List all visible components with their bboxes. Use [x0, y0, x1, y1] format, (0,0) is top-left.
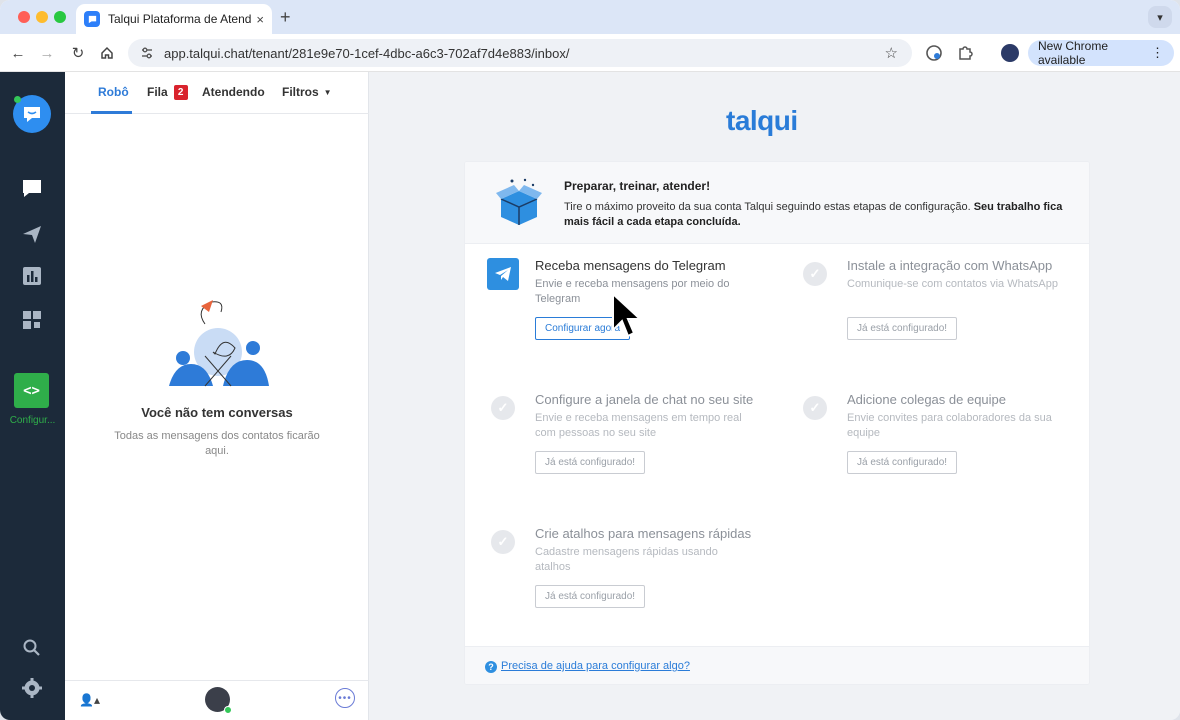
help-link[interactable]: Precisa de ajuda para configurar algo? — [501, 660, 690, 672]
chrome-menu-icon[interactable]: ⋮ — [1151, 45, 1164, 61]
url-text: app.talqui.chat/tenant/281e9e70-1cef-4db… — [164, 45, 570, 61]
tab-fila[interactable]: Fila 2 — [147, 85, 188, 101]
tab-filtros[interactable]: Filtros ▼ — [282, 85, 332, 99]
more-options-icon[interactable]: ••• — [335, 688, 355, 708]
configure-telegram-button[interactable]: Configurar agora — [535, 317, 631, 340]
chrome-update-button[interactable]: New Chrome available ⋮ — [1028, 39, 1174, 67]
checkmark-icon: ✓ — [803, 396, 827, 420]
step-title: Adicione colegas de equipe — [847, 392, 1007, 407]
onboarding-title: Preparar, treinar, atender! — [564, 179, 711, 193]
already-configured-button[interactable]: Já está configurado! — [847, 317, 958, 340]
conversation-tabs: Robô Fila 2 Atendendo Filtros ▼ — [65, 72, 369, 114]
conversations-chat-icon[interactable] — [20, 176, 44, 200]
browser-tab[interactable]: Talqui Plataforma de Atendim × — [76, 4, 272, 34]
apps-grid-icon[interactable] — [20, 308, 44, 332]
empty-inbox-illustration — [169, 300, 269, 387]
step-description: Envie e receba mensagens por meio do Tel… — [535, 278, 730, 305]
maximize-window-button[interactable] — [54, 11, 66, 23]
step-title: Receba mensagens do Telegram — [535, 258, 726, 273]
extension-shield-icon[interactable] — [925, 44, 943, 62]
settings-gear-icon[interactable] — [20, 676, 44, 700]
already-configured-button[interactable]: Já está configurado! — [535, 451, 646, 474]
checkmark-icon: ✓ — [491, 530, 515, 554]
address-bar[interactable]: app.talqui.chat/tenant/281e9e70-1cef-4db… — [128, 39, 912, 67]
step-description: Cadastre mensagens rápidas usando atalho… — [535, 546, 718, 573]
tab-fila-label: Fila — [147, 85, 168, 99]
empty-state-title: Você não tem conversas — [141, 405, 293, 420]
telegram-icon — [487, 258, 519, 290]
open-box-icon — [496, 178, 542, 225]
step-description: Envie e receba mensagens em tempo real c… — [535, 412, 742, 439]
tab-robo[interactable]: Robô — [98, 85, 129, 99]
talqui-app: <> Configur... Robô Fila 2 Atendendo Filt… — [0, 72, 1180, 720]
conversation-panel-footer: 👤▴ ••• — [65, 680, 369, 720]
step-description: Envie convites para colaboradores da sua… — [847, 412, 1052, 439]
tab-close-icon[interactable]: × — [256, 12, 264, 27]
site-settings-icon[interactable] — [140, 46, 154, 60]
agent-status-person-icon[interactable]: 👤▴ — [79, 693, 100, 707]
active-tab-indicator — [91, 111, 132, 114]
tab-atendendo[interactable]: Atendendo — [202, 85, 265, 99]
step-description: Comunique-se com contatos via WhatsApp — [847, 278, 1058, 290]
talqui-favicon-icon — [84, 11, 100, 27]
queue-count-badge: 2 — [173, 85, 188, 101]
onboarding-main: talqui Preparar, treinar, atender! Tire … — [370, 72, 1180, 720]
update-label: New Chrome available — [1038, 39, 1109, 67]
tab-title: Talqui Plataforma de Atendim — [108, 12, 252, 26]
already-configured-button[interactable]: Já está configurado! — [847, 451, 958, 474]
already-configured-button[interactable]: Já está configurado! — [535, 585, 646, 608]
step-title: Instale a integração com WhatsApp — [847, 258, 1053, 273]
step-title: Crie atalhos para mensagens rápidas — [535, 526, 752, 541]
bookmark-star-icon[interactable]: ☆ — [885, 44, 898, 62]
forward-arrow-icon[interactable]: → — [37, 43, 57, 63]
browser-window: Talqui Plataforma de Atendim × + ▾ ← → ↻… — [0, 0, 1180, 720]
minimize-window-button[interactable] — [36, 11, 48, 23]
tab-filtros-label: Filtros — [282, 85, 319, 99]
left-nav-rail: <> Configur... — [0, 72, 65, 720]
browser-toolbar: ← → ↻ app.talqui.chat/tenant/281e9e70-1c… — [0, 34, 1180, 72]
step-title: Configure a janela de chat no seu site — [535, 392, 754, 407]
tab-strip: Talqui Plataforma de Atendim × + ▾ — [0, 0, 1180, 34]
checkmark-icon: ✓ — [491, 396, 515, 420]
step-team: ✓ Adicione colegas de equipe Envie convi… — [799, 392, 1089, 502]
onboarding-description: Tire o máximo proveito da sua conta Talq… — [564, 200, 1072, 230]
onboarding-description-text: Tire o máximo proveito da sua conta Talq… — [564, 201, 974, 213]
step-whatsapp: ✓ Instale a integração com WhatsApp Comu… — [799, 258, 1089, 368]
step-chat-window: ✓ Configure a janela de chat no seu site… — [487, 392, 777, 502]
checkmark-icon: ✓ — [803, 262, 827, 286]
avatar-online-dot — [224, 706, 232, 714]
onboarding-header: Preparar, treinar, atender! Tire o máxim… — [465, 162, 1089, 244]
tab-search-chevron-icon[interactable]: ▾ — [1148, 6, 1172, 28]
reports-chart-icon[interactable] — [20, 264, 44, 288]
configuration-label[interactable]: Configur... — [0, 415, 65, 426]
close-window-button[interactable] — [18, 11, 30, 23]
talqui-brand-logo: talqui — [726, 105, 798, 136]
empty-state-subtitle: Todas as mensagens dos contatos ficarão … — [114, 430, 320, 457]
reload-icon[interactable]: ↻ — [68, 43, 88, 63]
online-status-dot — [14, 96, 21, 103]
extensions-puzzle-icon[interactable] — [956, 44, 974, 62]
help-question-icon: ? — [485, 661, 497, 673]
home-icon[interactable] — [97, 43, 117, 63]
step-telegram: Receba mensagens do Telegram Envie e rec… — [487, 258, 777, 368]
search-icon[interactable] — [20, 636, 44, 660]
profile-avatar-icon[interactable] — [1001, 44, 1019, 62]
configuration-code-icon[interactable]: <> — [14, 373, 49, 408]
step-shortcuts: ✓ Crie atalhos para mensagens rápidas Ca… — [487, 526, 777, 636]
chevron-down-icon: ▼ — [323, 88, 332, 98]
onboarding-card: Preparar, treinar, atender! Tire o máxim… — [464, 161, 1090, 685]
onboarding-footer: ? Precisa de ajuda para configurar algo? — [465, 646, 1089, 684]
campaigns-send-icon[interactable] — [20, 222, 44, 246]
back-arrow-icon[interactable]: ← — [8, 43, 28, 63]
new-tab-button[interactable]: + — [280, 7, 291, 28]
conversation-panel: Robô Fila 2 Atendendo Filtros ▼ Você não t… — [65, 72, 369, 720]
